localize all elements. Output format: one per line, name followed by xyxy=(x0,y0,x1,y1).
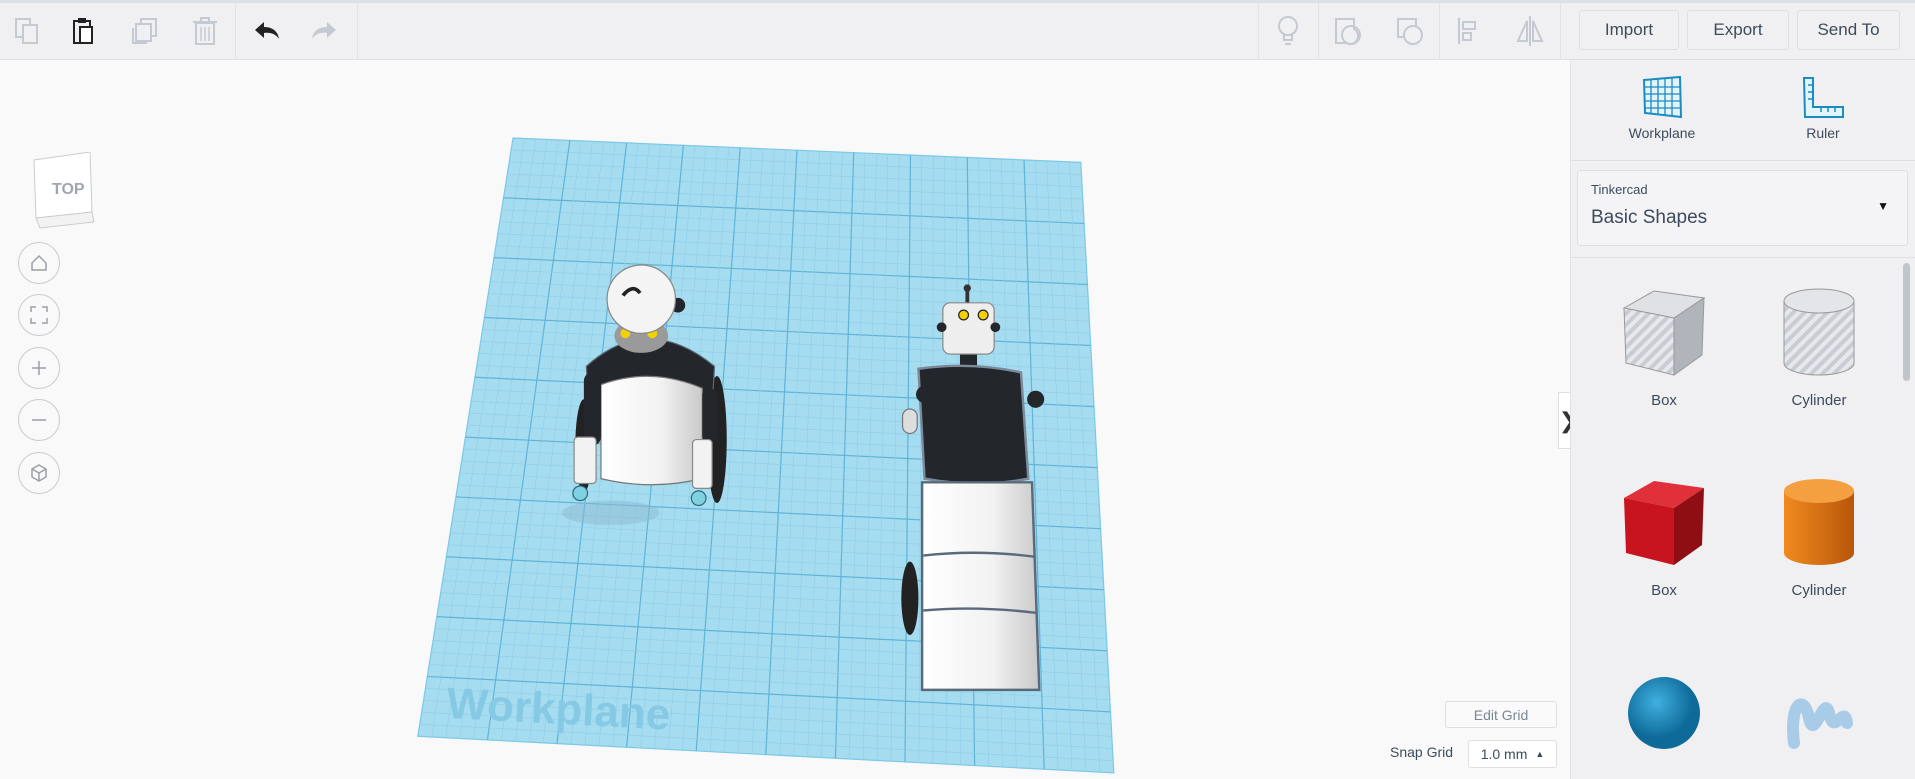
perspective-button[interactable] xyxy=(18,452,60,494)
ruler-label: Ruler xyxy=(1806,125,1840,141)
scrollbar[interactable] xyxy=(1903,263,1910,381)
export-button[interactable]: Export xyxy=(1687,10,1789,50)
toolbar: Import Export Send To xyxy=(0,3,1915,60)
box-hole-icon xyxy=(1622,290,1706,376)
box-icon xyxy=(1624,481,1704,565)
snap-grid-select[interactable]: 1.0 mm ▲ xyxy=(1468,740,1557,768)
align-icon[interactable] xyxy=(1447,9,1491,53)
fit-icon xyxy=(30,306,48,324)
dropdown-caret-icon: ▼ xyxy=(1877,199,1889,213)
shape-scribble[interactable] xyxy=(1744,663,1894,767)
undo-icon[interactable] xyxy=(245,9,289,53)
workplane-tool[interactable]: Workplane xyxy=(1602,75,1722,141)
shape-box-hole[interactable]: Box xyxy=(1589,283,1739,409)
redo-icon[interactable] xyxy=(302,9,346,53)
view-cube-label: TOP xyxy=(52,181,85,198)
shape-cylinder[interactable]: Cylinder xyxy=(1744,473,1894,599)
caret-up-icon: ▲ xyxy=(1535,749,1545,759)
workplane-icon xyxy=(1642,75,1683,119)
fit-all-button[interactable] xyxy=(18,294,60,336)
home-icon xyxy=(31,254,47,271)
note-icon[interactable] xyxy=(1266,9,1310,53)
library-selected: Basic Shapes xyxy=(1591,207,1708,228)
right-panel: Workplane Ruler Tinkercad Basic Shapes ▼… xyxy=(1570,60,1915,779)
library-provider: Tinkercad xyxy=(1591,182,1648,197)
paste-icon[interactable] xyxy=(61,9,105,53)
group-icon[interactable] xyxy=(1326,9,1370,53)
shape-label: Cylinder xyxy=(1791,582,1847,599)
shapes-grid: Box Cylinder Box Cylinder xyxy=(1571,257,1915,779)
3d-viewport[interactable]: Workplane TOP xyxy=(0,60,1570,779)
copy-icon[interactable] xyxy=(5,9,49,53)
zoom-in-button[interactable] xyxy=(18,347,60,389)
edit-grid-button[interactable]: Edit Grid xyxy=(1445,701,1557,728)
ruler-tool[interactable]: Ruler xyxy=(1763,75,1883,141)
scribble-icon xyxy=(1787,698,1853,749)
duplicate-icon[interactable] xyxy=(123,9,167,53)
shape-sphere[interactable] xyxy=(1589,663,1739,767)
cylinder-hole-icon xyxy=(1783,288,1855,376)
shape-library-dropdown[interactable]: Tinkercad Basic Shapes ▼ xyxy=(1577,170,1908,246)
sphere-icon xyxy=(1628,677,1700,749)
ungroup-icon[interactable] xyxy=(1388,9,1432,53)
shape-box[interactable]: Box xyxy=(1589,473,1739,599)
snap-grid-value: 1.0 mm xyxy=(1480,746,1528,762)
delete-icon[interactable] xyxy=(183,9,227,53)
mirror-icon[interactable] xyxy=(1508,9,1552,53)
cylinder-icon xyxy=(1784,479,1854,565)
scene: Workplane xyxy=(417,137,1115,774)
import-button[interactable]: Import xyxy=(1579,10,1679,50)
plus-icon xyxy=(32,361,46,375)
workplane-label: Workplane xyxy=(1628,125,1696,141)
ruler-icon xyxy=(1802,77,1844,118)
home-view-button[interactable] xyxy=(18,242,60,284)
shape-cylinder-hole[interactable]: Cylinder xyxy=(1744,283,1894,409)
shape-label: Box xyxy=(1651,582,1677,599)
snap-grid-label: Snap Grid xyxy=(1390,744,1454,760)
minus-icon xyxy=(32,419,46,421)
zoom-out-button[interactable] xyxy=(18,399,60,441)
view-cube[interactable]: TOP xyxy=(30,151,114,238)
cube-icon xyxy=(31,464,47,482)
shape-label: Cylinder xyxy=(1791,392,1847,409)
send-to-button[interactable]: Send To xyxy=(1797,10,1900,50)
shape-label: Box xyxy=(1651,392,1677,409)
